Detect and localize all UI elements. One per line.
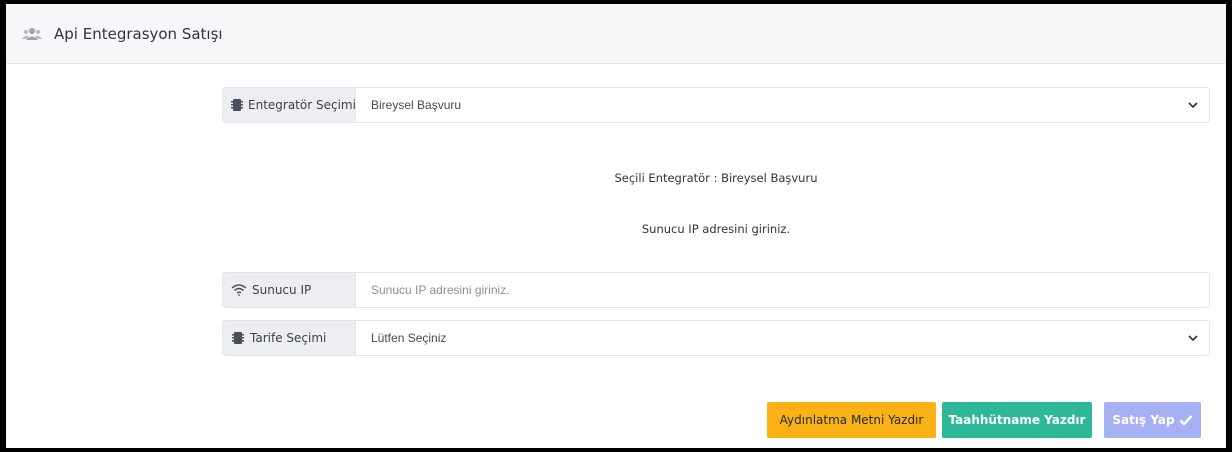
make-sale-label: Satış Yap	[1112, 413, 1175, 427]
server-ip-addon: Sunucu IP	[223, 273, 356, 307]
wifi-icon	[231, 283, 247, 297]
server-ip-placeholder: Sunucu IP adresini giriniz.	[371, 283, 510, 297]
server-ip-input[interactable]: Sunucu IP adresini giriniz.	[356, 273, 1209, 307]
print-commitment-label: Taahhütname Yazdır	[948, 413, 1086, 427]
tariff-label: Tarife Seçimi	[250, 331, 327, 345]
server-ip-label: Sunucu IP	[252, 283, 312, 297]
card-header: Api Entegrasyon Satışı	[6, 4, 1226, 64]
integrator-label: Entegratör Seçimi	[248, 98, 356, 112]
chevron-down-icon	[1188, 102, 1198, 109]
server-ip-group: Sunucu IP Sunucu IP adresini giriniz.	[222, 272, 1210, 308]
users-icon	[22, 25, 44, 43]
tariff-addon: Tarife Seçimi	[223, 321, 356, 355]
tariff-select-group: Tarife Seçimi Lütfen Seçiniz	[222, 320, 1210, 356]
print-disclosure-label: Aydınlatma Metni Yazdır	[779, 413, 924, 427]
sim-card-icon	[231, 98, 243, 112]
integrator-selected-value: Bireysel Başvuru	[371, 98, 462, 112]
sales-card: Api Entegrasyon Satışı Entegratör Seçimi…	[6, 4, 1226, 448]
sim-card-icon	[231, 331, 245, 345]
tariff-selected-value: Lütfen Seçiniz	[371, 331, 447, 345]
chevron-down-icon	[1188, 335, 1198, 342]
ip-prompt-text: Sunucu IP adresini giriniz.	[641, 222, 791, 236]
print-commitment-button[interactable]: Taahhütname Yazdır	[942, 402, 1092, 438]
make-sale-button[interactable]: Satış Yap	[1104, 402, 1201, 438]
integrator-select[interactable]: Bireysel Başvuru	[356, 88, 1209, 122]
integrator-select-group: Entegratör Seçimi Bireysel Başvuru	[222, 87, 1210, 123]
print-disclosure-button[interactable]: Aydınlatma Metni Yazdır	[767, 402, 936, 438]
tariff-select[interactable]: Lütfen Seçiniz	[356, 321, 1209, 355]
page-title: Api Entegrasyon Satışı	[54, 24, 223, 43]
check-icon	[1179, 415, 1192, 426]
integrator-addon: Entegratör Seçimi	[223, 88, 356, 122]
selected-integrator-text: Seçili Entegratör : Bireysel Başvuru	[614, 171, 818, 185]
